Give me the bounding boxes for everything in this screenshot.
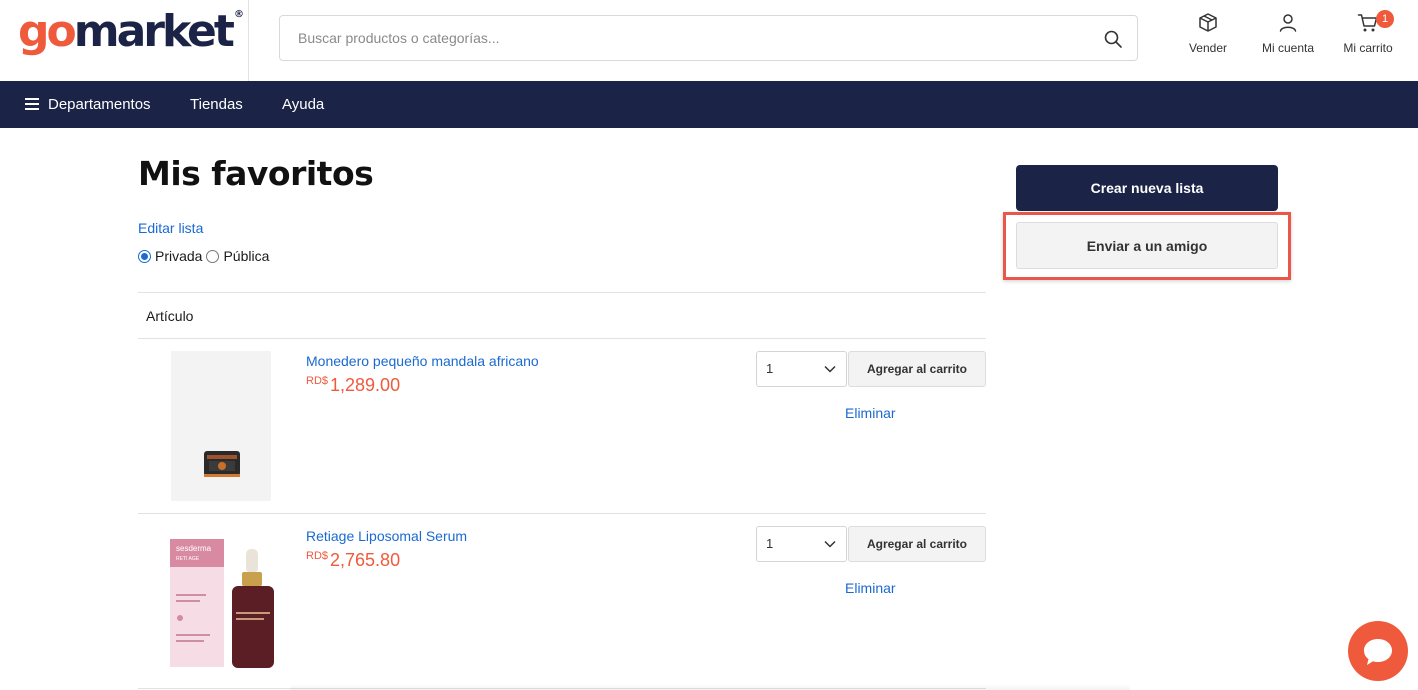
chat-button[interactable] <box>1348 621 1408 681</box>
box-icon <box>1199 13 1217 32</box>
list-item: sesderma RETI AGE Retiage Liposomal Seru… <box>138 514 986 689</box>
product-price: RD$ 2,765.80 <box>306 550 400 571</box>
product-image[interactable] <box>171 351 271 501</box>
sell-link[interactable]: Vender <box>1183 12 1233 55</box>
search-icon[interactable] <box>1103 29 1123 49</box>
nav-item-tiendas[interactable]: Tiendas <box>190 81 243 128</box>
price-amount: 1,289.00 <box>330 375 401 395</box>
account-link[interactable]: Mi cuenta <box>1258 12 1318 55</box>
hamburger-icon <box>25 98 39 110</box>
bottom-shadow <box>290 684 1130 690</box>
chat-bubble-icon <box>1364 639 1392 665</box>
logo-go-text: go <box>18 6 77 57</box>
image-brand-text: sesderma <box>176 544 212 553</box>
cart-count-badge: 1 <box>1376 10 1394 28</box>
cart-link-label: Mi carrito <box>1343 41 1393 55</box>
chevron-down-icon <box>824 365 836 373</box>
price-currency: RD$ <box>306 550 329 562</box>
logo-registered-mark: ® <box>233 9 244 20</box>
search-input[interactable] <box>280 16 1080 60</box>
public-radio-label[interactable]: Pública <box>223 248 269 264</box>
image-line-text: RETI AGE <box>176 556 200 562</box>
account-link-label: Mi cuenta <box>1261 41 1315 55</box>
add-to-cart-button[interactable]: Agregar al carrito <box>848 351 986 387</box>
nav-item-ayuda[interactable]: Ayuda <box>282 81 324 128</box>
privacy-options: Privada Pública <box>138 248 269 264</box>
product-image[interactable]: sesderma RETI AGE <box>168 534 276 669</box>
cart-link[interactable]: 1 Mi carrito <box>1338 10 1398 55</box>
remove-item-link[interactable]: Eliminar <box>845 580 896 596</box>
price-amount: 2,765.80 <box>330 550 401 570</box>
page-title: Mis favoritos <box>138 154 374 193</box>
column-header-article: Artículo <box>146 308 194 324</box>
send-to-friend-button[interactable]: Enviar a un amigo <box>1016 222 1278 269</box>
add-to-cart-button[interactable]: Agregar al carrito <box>848 526 986 562</box>
public-radio[interactable] <box>206 249 220 263</box>
search-box <box>279 15 1138 61</box>
private-radio-label[interactable]: Privada <box>155 248 202 264</box>
price-currency: RD$ <box>306 375 329 387</box>
table-header: Artículo <box>138 292 986 339</box>
logo-container: gomarket ® <box>0 0 249 81</box>
list-item: Monedero pequeño mandala africano RD$ 1,2… <box>138 339 986 514</box>
quantity-select[interactable]: 1 <box>756 526 847 562</box>
quantity-value: 1 <box>766 536 774 551</box>
user-icon <box>1279 14 1297 32</box>
chevron-down-icon <box>824 540 836 548</box>
nav-item-departamentos[interactable]: Departamentos <box>48 81 151 128</box>
logo-market-text: market <box>73 6 235 57</box>
product-price: RD$ 1,289.00 <box>306 375 400 396</box>
site-header: gomarket® Vender Mi cuenta 1 Mi carr <box>0 0 1418 81</box>
create-new-list-button[interactable]: Crear nueva lista <box>1016 165 1278 211</box>
sell-link-label: Vender <box>1188 41 1228 55</box>
main-nav: Departamentos Tiendas Ayuda <box>0 81 1418 128</box>
product-name-link[interactable]: Retiage Liposomal Serum <box>306 528 467 544</box>
remove-item-link[interactable]: Eliminar <box>845 405 896 421</box>
quantity-select[interactable]: 1 <box>756 351 847 387</box>
quantity-value: 1 <box>766 361 774 376</box>
product-name-link[interactable]: Monedero pequeño mandala africano <box>306 353 539 369</box>
edit-list-link[interactable]: Editar lista <box>138 220 203 236</box>
gomarket-logo[interactable]: gomarket ® <box>18 10 244 54</box>
private-radio[interactable] <box>138 249 151 263</box>
